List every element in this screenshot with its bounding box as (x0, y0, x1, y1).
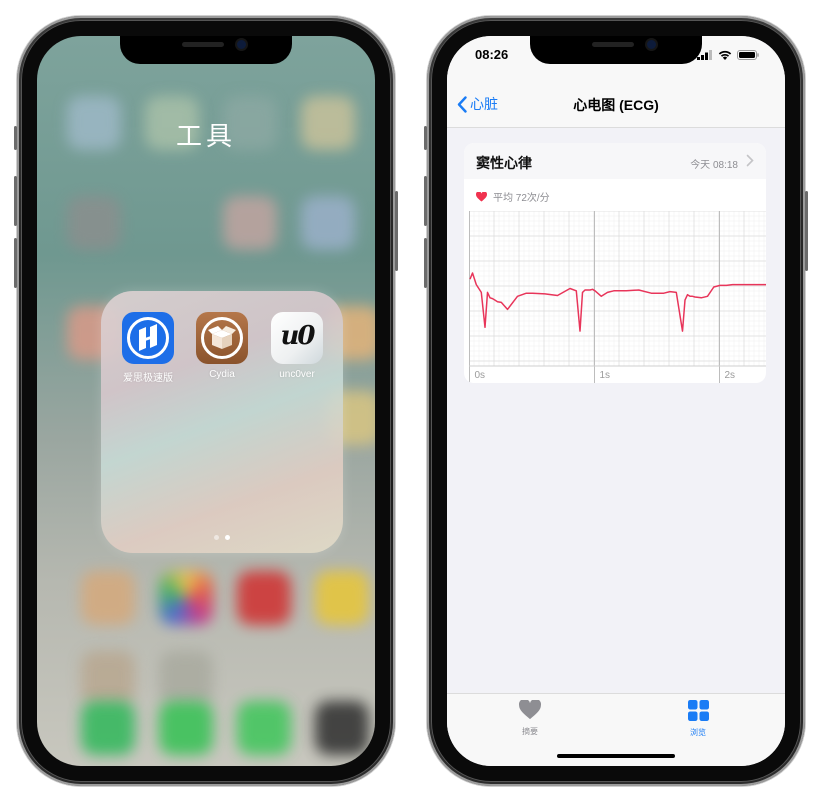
blurred-app (315, 571, 369, 625)
status-time: 08:26 (475, 47, 509, 62)
blurred-app (223, 196, 277, 250)
cydia-box-icon (196, 312, 248, 364)
heart-icon (476, 191, 487, 202)
volume-down-button (424, 238, 427, 288)
volume-up-button (14, 176, 17, 226)
app-label: unc0ver (279, 369, 315, 380)
heart-icon (518, 698, 542, 720)
blurred-dock-app (159, 701, 213, 755)
blurred-app (301, 196, 355, 250)
right-phone-frame: 08:26 心脏 心电图 (ECG) 窦性心律 今天 08:18 平均 72次/… (424, 16, 808, 786)
ecg-classification: 窦性心律 (476, 155, 532, 171)
mute-switch (14, 126, 17, 150)
tab-summary[interactable]: 摘要 (500, 698, 560, 737)
page-indicator[interactable] (101, 527, 343, 545)
app-uncover[interactable]: u0 unc0ver (271, 312, 323, 380)
wifi-icon (718, 50, 732, 60)
uncover-glyph: u0 (280, 321, 316, 351)
tab-bar: 摘要 浏览 (447, 693, 785, 766)
blurred-app (159, 571, 213, 625)
x-tick-label: 2s (725, 370, 736, 381)
ecg-chart: 0s 1s 2s (469, 211, 766, 383)
uncover-u0-icon: u0 (271, 312, 323, 364)
x-tick-label: 1s (600, 370, 611, 381)
page-dot (214, 535, 219, 540)
blurred-app (159, 651, 213, 705)
chevron-right-icon (746, 154, 754, 167)
side-button (805, 191, 808, 271)
blurred-app (67, 196, 121, 250)
average-label: 平均 72次/分 (493, 193, 550, 204)
battery-icon (737, 50, 759, 60)
average-heart-rate: 平均 72次/分 (476, 189, 550, 204)
app-label: 爱思极速版 (123, 373, 173, 384)
health-app-screen: 08:26 心脏 心电图 (ECG) 窦性心律 今天 08:18 平均 72次/… (447, 36, 785, 766)
home-screen: 工具 爱思极速版 Cydia u0 unc0ver (37, 36, 375, 766)
mute-switch (424, 126, 427, 150)
grid-icon (687, 700, 709, 721)
tab-label: 摘要 (522, 727, 538, 736)
tab-label: 浏览 (690, 728, 706, 737)
notch (120, 36, 292, 64)
ecg-x-ticks: 0s 1s 2s (469, 211, 766, 383)
home-indicator[interactable] (557, 754, 675, 758)
ecg-timestamp: 今天 08:18 (690, 160, 738, 171)
ecg-card[interactable]: 窦性心律 今天 08:18 平均 72次/分 0s 1s 2s (464, 143, 766, 383)
left-phone-frame: 工具 爱思极速版 Cydia u0 unc0ver (14, 16, 398, 786)
x-tick-label: 0s (475, 370, 486, 381)
app-label: Cydia (209, 369, 235, 380)
app-aisi[interactable]: 爱思极速版 (122, 312, 174, 384)
ecg-grid (469, 211, 766, 367)
volume-up-button (424, 176, 427, 226)
notch (530, 36, 702, 64)
blurred-dock-app (81, 701, 135, 755)
blurred-dock-app (315, 701, 369, 755)
ecg-trace-line (469, 272, 766, 332)
folder-title[interactable]: 工具 (37, 116, 375, 153)
blurred-app (81, 651, 135, 705)
app-cydia[interactable]: Cydia (196, 312, 248, 380)
aisi-icon (122, 312, 174, 364)
blurred-dock-app (237, 701, 291, 755)
page-title: 心电图 (ECG) (573, 97, 659, 113)
volume-down-button (14, 238, 17, 288)
side-button (395, 191, 398, 271)
ecg-card-header[interactable]: 窦性心律 今天 08:18 (464, 143, 766, 179)
navigation-bar: 心脏 心电图 (ECG) (447, 80, 785, 128)
page-dot-active (225, 535, 230, 540)
tab-browse[interactable]: 浏览 (668, 700, 728, 738)
blurred-app (237, 571, 291, 625)
folder-panel: 爱思极速版 Cydia u0 unc0ver (101, 291, 343, 553)
ecg-chart-svg: 0s 1s 2s (469, 211, 766, 383)
blurred-app (81, 571, 135, 625)
